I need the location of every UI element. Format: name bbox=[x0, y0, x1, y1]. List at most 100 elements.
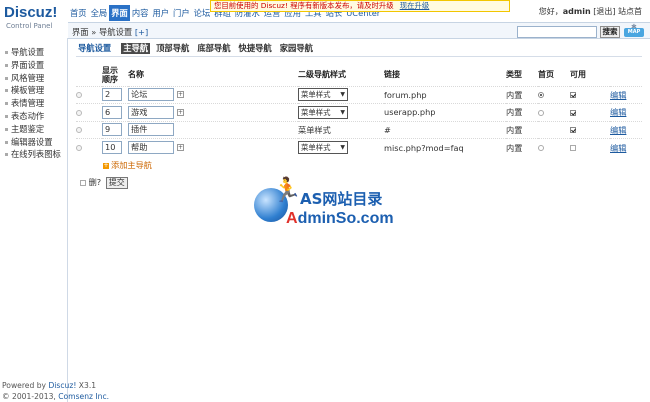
order-input[interactable]: 10 bbox=[102, 141, 122, 154]
add-main-nav-link[interactable]: + 添加主导航 bbox=[103, 159, 152, 171]
table-row: 2 论坛 + 菜单样式 ▼ forum.php 内置 编辑 bbox=[76, 85, 642, 104]
type-text: 内置 bbox=[506, 142, 523, 153]
copyright-company-link[interactable]: Comsenz Inc. bbox=[58, 392, 109, 401]
order-input[interactable]: 6 bbox=[102, 105, 122, 119]
name-input[interactable]: 插件 bbox=[128, 123, 174, 137]
add-icon: + bbox=[103, 161, 109, 169]
enabled-checkbox[interactable] bbox=[570, 145, 576, 151]
add-shortcut-link[interactable]: [+] bbox=[135, 27, 148, 37]
watermark-line1: AS网站目录 bbox=[300, 190, 383, 208]
copyright-brand-link[interactable]: Discuz! bbox=[48, 381, 76, 390]
sidebar-item-label: 界面设置 bbox=[11, 59, 45, 70]
sidebar-item-label: 编辑器设置 bbox=[11, 136, 53, 147]
bullet-icon bbox=[5, 153, 8, 157]
sub-tab[interactable]: 快捷导航 bbox=[237, 43, 274, 54]
top-nav-item[interactable]: 门户 bbox=[171, 5, 192, 21]
sidebar-item-label: 表情管理 bbox=[11, 98, 45, 109]
home-radio[interactable] bbox=[538, 109, 544, 116]
link-text: # bbox=[384, 124, 391, 135]
name-input[interactable]: 游戏 bbox=[128, 105, 174, 119]
type-text: 内置 bbox=[506, 107, 523, 118]
logout-link[interactable]: [退出] bbox=[593, 7, 615, 16]
figure-icon: 🏃 bbox=[272, 176, 302, 204]
sidebar-item[interactable]: 在线列表图标 bbox=[0, 148, 68, 161]
sidebar-item[interactable]: 编辑器设置 bbox=[0, 136, 68, 149]
breadcrumb-separator: » bbox=[91, 27, 97, 37]
copyright-years: © 2001-2013, bbox=[2, 392, 59, 401]
name-input[interactable]: 帮助 bbox=[128, 141, 174, 154]
style-select[interactable]: 菜单样式 ▼ bbox=[298, 88, 348, 102]
top-nav-item[interactable]: 全局 bbox=[89, 5, 110, 21]
sidebar-item[interactable]: 模板管理 bbox=[0, 84, 68, 97]
sidebar-item-label: 导航设置 bbox=[11, 47, 45, 57]
enabled-checkbox[interactable] bbox=[570, 127, 576, 134]
sub-tab[interactable]: 主导航 bbox=[121, 43, 151, 54]
expand-plus-icon[interactable]: + bbox=[177, 144, 184, 151]
table-row: 10 帮助 + 菜单样式 ▼ misc.php?mod=faq 内置 编辑 bbox=[76, 138, 642, 156]
bullet-icon bbox=[5, 114, 8, 118]
order-input[interactable]: 2 bbox=[102, 88, 122, 102]
header-style: 二级导航样式 bbox=[298, 70, 346, 80]
delete-all-checkbox[interactable] bbox=[80, 179, 86, 186]
name-input[interactable]: 论坛 bbox=[128, 88, 174, 102]
sidebar-item[interactable]: 导航设置 bbox=[0, 46, 68, 59]
style-text: 菜单样式 bbox=[298, 124, 331, 135]
logo-brand: Discuz! bbox=[4, 4, 58, 21]
delete-checkbox[interactable] bbox=[76, 145, 82, 151]
breadcrumb-current: 导航设置 bbox=[98, 27, 133, 37]
nav-table: 显示 顺序 名称 二级导航样式 链接 类型 首页 可用 2 论坛 + 菜单样式 ▼ foru… bbox=[76, 64, 642, 156]
sub-tab[interactable]: 底部导航 bbox=[195, 43, 232, 54]
watermark-line2: AdminSo.com bbox=[286, 210, 394, 227]
search-input[interactable] bbox=[517, 26, 597, 38]
delete-checkbox[interactable] bbox=[76, 92, 82, 99]
style-select[interactable]: 菜单样式 ▼ bbox=[298, 105, 348, 119]
expand-plus-icon[interactable]: + bbox=[177, 91, 184, 99]
table-header: 显示 顺序 名称 二级导航样式 链接 类型 首页 可用 bbox=[76, 64, 642, 86]
upgrade-link[interactable]: 现在升级 bbox=[400, 1, 430, 10]
link-text: misc.php?mod=faq bbox=[384, 142, 464, 153]
sub-tab[interactable]: 顶部导航 bbox=[154, 43, 191, 54]
search-button[interactable]: 搜索 bbox=[600, 26, 620, 38]
divider bbox=[76, 56, 642, 57]
top-nav-item[interactable]: 首页 bbox=[68, 5, 89, 21]
map-button[interactable]: MAP bbox=[624, 28, 644, 37]
order-input[interactable]: 9 bbox=[102, 123, 122, 137]
header-link: 链接 bbox=[384, 70, 400, 80]
home-radio[interactable] bbox=[538, 92, 544, 99]
add-main-nav-label: 添加主导航 bbox=[111, 160, 152, 170]
sub-tab[interactable]: 家园导航 bbox=[278, 43, 315, 54]
enabled-checkbox[interactable] bbox=[570, 92, 576, 99]
copyright-version: X3.1 bbox=[76, 381, 97, 390]
sidebar-item[interactable]: 表情管理 bbox=[0, 97, 68, 110]
submit-button[interactable]: 提交 bbox=[105, 177, 128, 189]
sidebar-item[interactable]: 表态动作 bbox=[0, 110, 68, 123]
sidebar-item[interactable]: 风格管理 bbox=[0, 72, 68, 85]
delete-checkbox[interactable] bbox=[76, 109, 82, 116]
bullet-icon bbox=[5, 127, 8, 131]
sidebar-item-label: 在线列表图标 bbox=[11, 149, 61, 160]
sidebar-item[interactable]: 界面设置 bbox=[0, 59, 68, 72]
edit-link[interactable]: 编辑 bbox=[610, 143, 626, 153]
breadcrumb: 界面 » 导航设置 [+] bbox=[72, 26, 148, 38]
edit-link[interactable]: 编辑 bbox=[610, 90, 626, 100]
edit-link[interactable]: 编辑 bbox=[610, 107, 626, 117]
user-name: admin bbox=[562, 7, 591, 16]
link-text: forum.php bbox=[384, 89, 427, 100]
edit-link[interactable]: 编辑 bbox=[610, 125, 626, 135]
expand-plus-icon[interactable]: + bbox=[177, 108, 184, 116]
enabled-checkbox[interactable] bbox=[570, 109, 576, 116]
sidebar-item[interactable]: 主题鉴定 bbox=[0, 123, 68, 136]
top-nav-item[interactable]: 内容 bbox=[130, 5, 151, 21]
top-nav-item[interactable]: 界面 bbox=[109, 5, 130, 21]
breadcrumb-root[interactable]: 界面 bbox=[72, 27, 89, 37]
home-radio[interactable] bbox=[538, 145, 544, 151]
upgrade-notice: 您目前使用的 Discuz! 程序有新版本发布，请及时升级 现在升级 bbox=[210, 0, 510, 12]
site-home-link[interactable]: 站点首 bbox=[618, 7, 642, 16]
sidebar-item-label: 风格管理 bbox=[11, 72, 45, 83]
style-select[interactable]: 菜单样式 ▼ bbox=[298, 141, 348, 154]
top-nav-item[interactable]: 用户 bbox=[150, 5, 171, 21]
logo[interactable]: Discuz! Control Panel bbox=[0, 0, 68, 38]
header-name: 名称 bbox=[128, 70, 144, 80]
delete-checkbox[interactable] bbox=[76, 127, 82, 134]
section-title: 导航设置 bbox=[78, 43, 112, 53]
